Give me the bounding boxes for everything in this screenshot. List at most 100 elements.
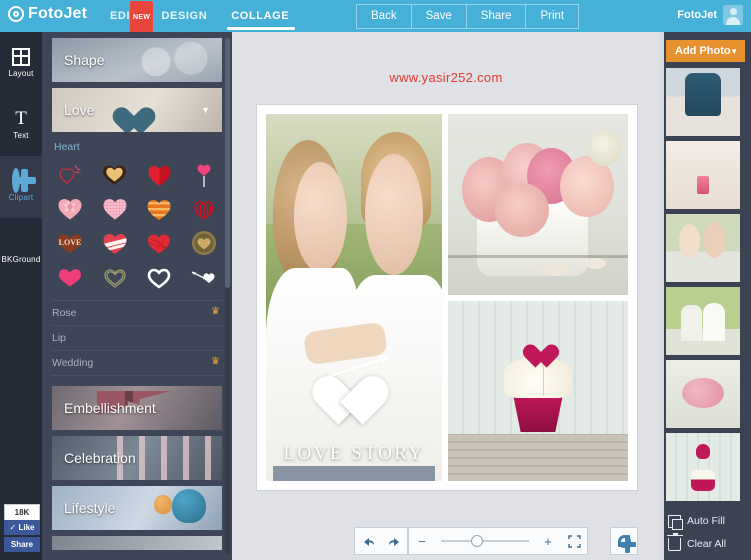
add-photo-button[interactable]: Add Photo ▼ (666, 40, 745, 62)
sidebar-item-bkground-label: BKGround (1, 255, 41, 264)
panel-scrollbar[interactable] (225, 38, 230, 554)
category-banner-love[interactable]: Love ▼ (52, 88, 222, 132)
clipart-heart-striped-orange[interactable] (137, 192, 182, 226)
photo-thumbnail-list (666, 68, 740, 508)
clipart-heart-pink-brush[interactable] (48, 260, 93, 294)
heart-arrow-clipart[interactable] (306, 356, 396, 425)
clipart-grid: LOVE (42, 158, 232, 294)
sidebar-item-clipart[interactable]: Clipart (0, 156, 42, 218)
bottom-toolbar: − + (232, 522, 660, 560)
list-item[interactable] (666, 214, 740, 282)
share-button[interactable]: Share (465, 4, 526, 29)
trash-icon (667, 532, 683, 551)
crown-icon: ♛ (211, 356, 220, 367)
right-panel-divider (660, 32, 664, 560)
collage-canvas[interactable]: LOVE STORY (257, 105, 637, 490)
undo-button[interactable] (355, 529, 381, 553)
list-item[interactable] (666, 68, 740, 136)
collage-photo-couple[interactable]: LOVE STORY (266, 114, 442, 481)
nav-tab-design[interactable]: DESIGN (149, 0, 219, 32)
heart-ring-icon (108, 96, 160, 132)
sidebar-item-layout-label: Layout (8, 69, 34, 78)
category-banner-next[interactable] (52, 536, 222, 550)
nav-tab-collage[interactable]: COLLAGE (219, 0, 301, 32)
clipart-heart-love-word[interactable]: LOVE (48, 226, 93, 260)
watermark-text: www.yasir252.com (389, 70, 503, 85)
zoom-slider-handle[interactable] (471, 535, 483, 547)
category-banner-shape[interactable]: Shape (52, 38, 222, 82)
background-icon (12, 234, 30, 252)
like-count: 18K (4, 504, 40, 520)
clipart-heart-medal-gold[interactable] (182, 226, 227, 260)
clipart-heart-ribbon-red[interactable] (182, 192, 227, 226)
zoom-in-button[interactable]: + (535, 529, 561, 553)
collage-photo-cupcake[interactable] (448, 300, 628, 481)
subcategory-wedding-label: Wedding (52, 357, 94, 369)
category-banner-celebration[interactable]: Celebration (52, 436, 222, 480)
nav-tab-collage-label: COLLAGE (231, 10, 290, 22)
clipart-heart-lollipop-pink[interactable] (182, 158, 227, 192)
canvas-area[interactable]: www.yasir252.com LOVE STORY (232, 32, 660, 560)
zoom-slider-track (441, 540, 529, 542)
user-account[interactable]: FotoJet (677, 5, 743, 25)
undo-redo-group (354, 527, 408, 555)
sidebar-item-clipart-label: Clipart (8, 193, 34, 202)
zoom-out-button[interactable]: − (409, 529, 435, 553)
subcategory-rose-label: Rose (52, 307, 77, 319)
sidebar-item-bkground[interactable]: BKGround (0, 218, 42, 280)
print-button[interactable]: Print (525, 4, 580, 29)
avatar[interactable] (723, 5, 743, 25)
list-item[interactable] (666, 141, 740, 209)
auto-fill-button[interactable]: Auto Fill (668, 510, 725, 532)
category-banner-lifestyle-label: Lifestyle (64, 500, 116, 516)
clipart-panel: Shape Love ▼ Heart LOVE Rose ♛ Lip Weddi… (42, 32, 232, 560)
nav-tab-edit[interactable]: EDIT NEW (98, 0, 154, 38)
subcategory-lip[interactable]: Lip (52, 326, 222, 351)
app-logo[interactable]: FotoJet (8, 5, 87, 23)
chevron-down-icon[interactable]: ▼ (730, 47, 738, 56)
list-item[interactable] (666, 287, 740, 355)
clipart-heart-arrow-white[interactable] (182, 260, 227, 294)
collage-photo-roses[interactable] (448, 114, 628, 295)
action-button-group: Back Save Share Print (356, 4, 580, 29)
back-button[interactable]: Back (356, 4, 411, 29)
clipart-heart-outline-olive[interactable] (93, 260, 138, 294)
subcategory-rose[interactable]: Rose ♛ (52, 300, 222, 326)
settings-button[interactable] (610, 527, 638, 555)
clipart-heart-glitter-pink[interactable] (93, 192, 138, 226)
clipart-heart-crystal-pink[interactable] (48, 192, 93, 226)
category-banner-lifestyle[interactable]: Lifestyle (52, 486, 222, 530)
chevron-down-icon[interactable]: ▼ (201, 105, 210, 115)
heart-topper-icon (519, 335, 563, 368)
photo-tray-panel: Add Photo ▼ Auto Fill Clear All (660, 32, 751, 560)
facebook-share-button[interactable]: Share (4, 537, 40, 552)
subcategory-heading: Heart (54, 141, 80, 153)
clipart-heart-red-solid[interactable] (137, 158, 182, 192)
category-banner-celebration-label: Celebration (64, 450, 136, 466)
clipart-heart-gold-chocolate[interactable] (93, 158, 138, 192)
clipart-heart-doodle-pink[interactable] (48, 158, 93, 192)
facebook-like-button[interactable]: ✓ Like (4, 520, 40, 535)
panel-scrollbar-thumb[interactable] (225, 38, 230, 288)
clear-all-button[interactable]: Clear All (667, 532, 726, 555)
list-item[interactable] (666, 360, 740, 428)
category-banner-shape-label: Shape (64, 52, 105, 68)
subcategory-wedding[interactable]: Wedding ♛ (52, 351, 222, 376)
app-logo-label: FotoJet (28, 5, 88, 22)
zoom-slider[interactable] (435, 529, 535, 553)
cupcake-photo-image (448, 300, 628, 481)
sidebar-item-layout[interactable]: Layout (0, 32, 42, 94)
collage-caption-love-story[interactable]: LOVE STORY (266, 443, 442, 465)
fullscreen-icon[interactable] (561, 529, 587, 553)
clipart-heart-outline-white[interactable] (137, 260, 182, 294)
redo-button[interactable] (381, 529, 407, 553)
layout-icon (12, 48, 30, 66)
save-button[interactable]: Save (410, 4, 466, 29)
clipart-heart-scribble-red[interactable] (137, 226, 182, 260)
list-item[interactable] (666, 433, 740, 501)
sidebar-item-text[interactable]: T Text (0, 94, 42, 156)
category-banner-embellishment[interactable]: Embellishment (52, 386, 222, 430)
main-nav-tabs: EDIT NEW DESIGN COLLAGE (98, 0, 301, 38)
clipart-heart-bandage-striped[interactable] (93, 226, 138, 260)
crown-icon: ♛ (211, 306, 220, 317)
